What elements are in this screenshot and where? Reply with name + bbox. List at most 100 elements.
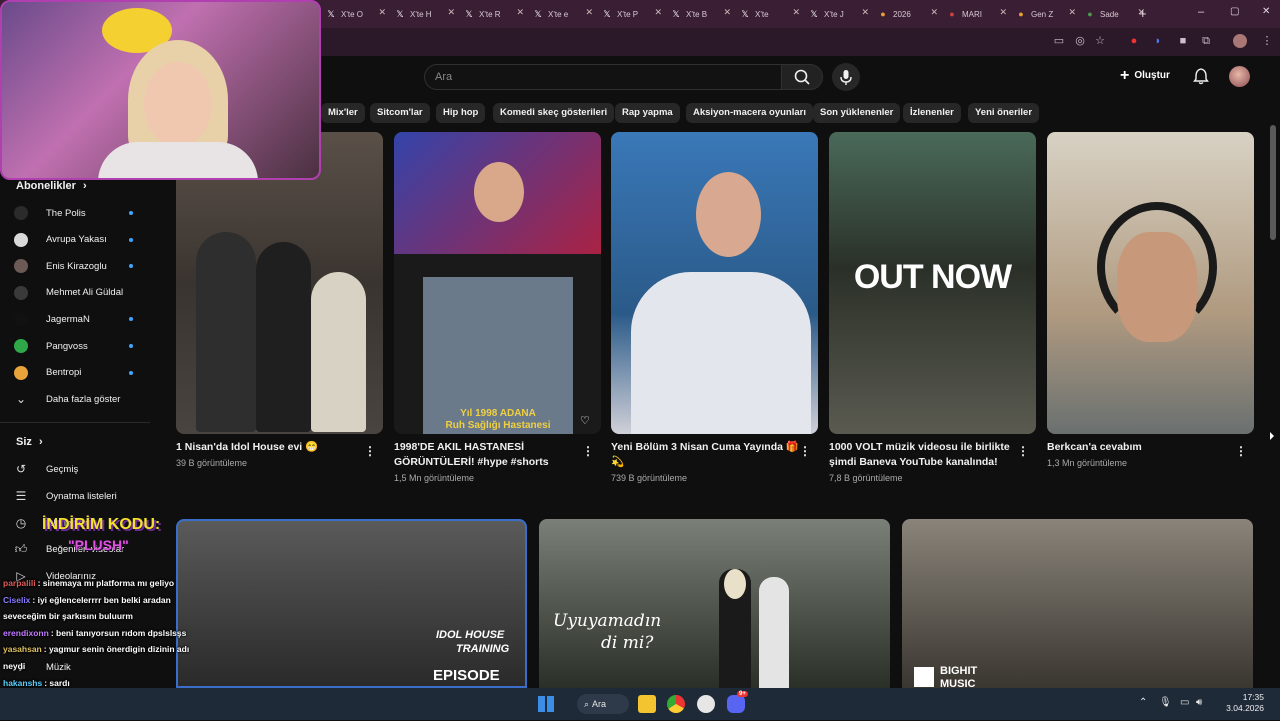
more-actions-icon[interactable]: ⋮ [1235, 444, 1248, 458]
browser-tab[interactable]: ● 2026 ✕ [878, 4, 938, 24]
more-actions-icon[interactable]: ⋮ [799, 444, 812, 458]
taskbar-clock[interactable]: 17:35 3.04.2026 [1216, 692, 1264, 714]
filter-chip[interactable]: Komedi skeç gösterileri [493, 103, 615, 123]
channel-avatar [14, 312, 28, 327]
subscription-channel[interactable]: Mehmet Ali Güldal [14, 283, 123, 303]
filter-chip[interactable]: Aksiyon-macera oyunları [686, 103, 813, 123]
search-input[interactable]: Ara [424, 64, 781, 90]
bookmark-star-icon[interactable]: ☆ [1093, 34, 1107, 48]
video-thumbnail[interactable] [1047, 132, 1254, 434]
more-actions-icon[interactable]: ⋮ [582, 444, 595, 458]
windows-start-icon[interactable] [538, 696, 554, 712]
browser-tab[interactable]: 𝕏 X'te O ✕ [326, 4, 386, 24]
chat-text: : iyi eğlencelerrrr ben belki aradan [32, 594, 171, 605]
extension-red-icon[interactable]: ● [1127, 34, 1141, 48]
subscription-channel[interactable]: The Polis [14, 203, 86, 223]
tray-chevron-up-icon[interactable]: ⌃ [1139, 697, 1147, 708]
close-tab-icon[interactable]: ✕ [516, 7, 524, 18]
subscription-channel[interactable]: Avrupa Yakası [14, 230, 107, 250]
video-title[interactable]: Berkcan'a cevabım [1047, 440, 1142, 455]
extensions-puzzle-icon[interactable]: ⧉ [1199, 34, 1213, 48]
browser-menu-icon[interactable]: ⋮ [1260, 34, 1274, 48]
microphone-icon[interactable]: 🎙︎ [1159, 697, 1172, 708]
video-title[interactable]: 1 Nisan'da Idol House evi 😁 [176, 440, 318, 455]
video-title[interactable]: Yeni Bölüm 3 Nisan Cuma Yayında 🎁 💫 [611, 440, 799, 470]
account-avatar[interactable] [1229, 66, 1250, 87]
filter-chip[interactable]: Yeni öneriler [968, 103, 1040, 123]
filter-chip[interactable]: Son yüklenenler [813, 103, 901, 123]
close-tab-icon[interactable]: ✕ [654, 7, 662, 18]
video-title[interactable]: 1000 VOLT müzik videosu ile birlikte şimd… [829, 440, 1010, 470]
taskbar-search-box[interactable]: ⌕ Ara [577, 694, 629, 714]
video-thumbnail[interactable]: Yıl 1998 ADANA Ruh Sağlığı Hastanesi ♡ [394, 132, 601, 434]
close-tab-icon[interactable]: ✕ [378, 7, 386, 18]
video-thumbnail[interactable] [611, 132, 818, 434]
show-more-button[interactable]: ⌄ Daha fazla göster [14, 389, 121, 409]
minimize-button[interactable]: – [1198, 6, 1204, 18]
heart-icon[interactable]: ♡ [580, 414, 590, 427]
discord-icon[interactable] [727, 695, 745, 713]
volume-icon[interactable]: 🔊︎ [1196, 697, 1202, 708]
browser-tab[interactable]: 𝕏 X'te P ✕ [602, 4, 662, 24]
maximize-button[interactable]: ▢ [1230, 6, 1239, 17]
close-window-button[interactable]: ✕ [1262, 6, 1270, 17]
sidebar-item-history[interactable]: ↺ Geçmiş [14, 459, 78, 479]
new-tab-button[interactable]: + [1139, 6, 1147, 21]
video-title[interactable]: 1998'DE AKIL HASTANESİ GÖRÜNTÜLERİ! #hype… [394, 440, 549, 470]
network-icon[interactable]: ▭ [1180, 697, 1189, 708]
browser-tab[interactable]: ● Sade ✕ [1085, 4, 1145, 24]
filter-chip[interactable]: Rap yapma [615, 103, 680, 123]
browser-tab[interactable]: ● Gen Z ✕ [1016, 4, 1076, 24]
notifications-bell-icon[interactable] [1192, 67, 1210, 88]
filter-chip[interactable]: Hip hop [436, 103, 486, 123]
video-thumbnail[interactable]: BIGHIT MUSIC [902, 519, 1253, 688]
history-icon: ↺ [15, 462, 27, 476]
close-tab-icon[interactable]: ✕ [447, 7, 455, 18]
video-thumbnail[interactable]: Uyuyamadın di mi? [539, 519, 890, 688]
browser-tab[interactable]: 𝕏 X'te R ✕ [464, 4, 524, 24]
create-button[interactable]: + Oluştur [1114, 64, 1180, 88]
close-tab-icon[interactable]: ✕ [585, 7, 593, 18]
profile-avatar[interactable] [1233, 34, 1247, 48]
you-heading[interactable]: Siz › [16, 436, 43, 448]
more-actions-icon[interactable]: ⋮ [1017, 444, 1030, 458]
more-actions-icon[interactable]: ⋮ [364, 444, 377, 458]
subscription-channel[interactable]: Bentropi [14, 363, 81, 383]
cast-icon[interactable]: ▭ [1052, 34, 1066, 48]
site-favicon-icon: ● [949, 9, 955, 19]
subscription-channel[interactable]: Pangvoss [14, 336, 88, 356]
close-tab-icon[interactable]: ✕ [723, 7, 731, 18]
voice-search-button[interactable] [832, 63, 860, 91]
close-tab-icon[interactable]: ✕ [1068, 7, 1076, 18]
browser-tab[interactable]: 𝕏 X'te e ✕ [533, 4, 593, 24]
video-thumbnail[interactable]: IDOL HOUSE TRAINING EPISODE [176, 519, 527, 688]
extension-blue-icon[interactable]: ◗ [1151, 34, 1165, 48]
subscription-channel[interactable]: Enis Kirazoglu [14, 256, 107, 276]
extension-dark-icon[interactable]: ■ [1176, 34, 1190, 48]
file-explorer-icon[interactable] [638, 695, 656, 713]
chrome-icon[interactable] [667, 695, 685, 713]
browser-tab[interactable]: 𝕏 X'te J ✕ [809, 4, 869, 24]
close-tab-icon[interactable]: ✕ [999, 7, 1007, 18]
search-button[interactable] [781, 64, 823, 90]
video-thumbnail[interactable]: OUT NOW [829, 132, 1036, 434]
github-icon[interactable] [697, 695, 715, 713]
close-tab-icon[interactable]: ✕ [930, 7, 938, 18]
browser-tab[interactable]: 𝕏 X'te B ✕ [671, 4, 731, 24]
filter-chip[interactable]: Mix'ler [321, 103, 365, 123]
browser-tab[interactable]: ● MARI ✕ [947, 4, 1007, 24]
close-tab-icon[interactable]: ✕ [792, 7, 800, 18]
subscriptions-heading[interactable]: Abonelikler › [16, 180, 87, 192]
filter-chip[interactable]: Sitcom'lar [370, 103, 430, 123]
subscription-channel[interactable]: JagermaN [14, 309, 90, 329]
filter-chip[interactable]: İzlenenler [903, 103, 961, 123]
close-tab-icon[interactable]: ✕ [861, 7, 869, 18]
browser-tab[interactable]: 𝕏 X'te ✕ [740, 4, 800, 24]
eye-off-icon[interactable]: ◎ [1073, 34, 1087, 48]
sidebar-item-playlists[interactable]: ☰ Oynatma listeleri [14, 486, 117, 506]
browser-tab[interactable]: 𝕏 X'te H ✕ [395, 4, 455, 24]
page-scrollbar[interactable] [1270, 125, 1276, 240]
microphone-icon [840, 70, 852, 85]
thumbnail-overlay-text: di mi? [601, 633, 654, 653]
chat-username: hakanshs [3, 677, 43, 688]
